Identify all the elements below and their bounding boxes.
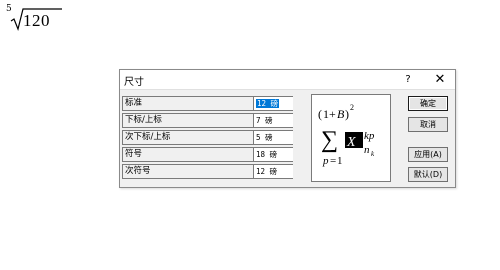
- size-row-standard: 标准 12 磅: [122, 96, 293, 111]
- size-label-standard: 标准: [125, 98, 143, 108]
- preview-p: p: [322, 155, 329, 167]
- preview-panel: ( 1 + B ) 2 ∑ X kp n k p = 1: [311, 94, 391, 182]
- apply-button[interactable]: 应用(A): [408, 147, 448, 162]
- preview-eq: =: [330, 155, 336, 167]
- size-label-sub-symbol: 次符号: [125, 166, 151, 176]
- size-dialog: 尺寸 ? ✕ 标准 12 磅 下标/上标 7 磅 次下标/上标 5 磅 符号 1…: [119, 69, 456, 188]
- preview-n: n: [364, 144, 370, 156]
- radicand: 120: [23, 11, 50, 30]
- cancel-button[interactable]: 取消: [408, 117, 448, 132]
- preview-sigma: ∑: [321, 127, 338, 153]
- dialog-title: 尺寸: [124, 77, 144, 88]
- preview-x-box: X: [346, 135, 356, 150]
- size-input-subscript[interactable]: 7 磅: [253, 114, 293, 127]
- size-row-symbol: 符号 18 磅: [122, 147, 293, 162]
- fifth-root-formula: 5 120: [4, 3, 64, 33]
- help-button[interactable]: ?: [400, 71, 416, 88]
- size-input-sub-symbol[interactable]: 12 磅: [253, 165, 293, 178]
- size-label-subscript: 下标/上标: [125, 115, 162, 125]
- preview-formula: ( 1 + B ) 2 ∑ X kp n k p = 1: [318, 103, 375, 167]
- size-input-sub-subscript[interactable]: 5 磅: [253, 131, 293, 144]
- preview-k: k: [371, 150, 375, 158]
- preview-b: B: [337, 107, 345, 121]
- default-button[interactable]: 默认(D): [408, 167, 448, 182]
- ok-button[interactable]: 确定: [408, 96, 448, 111]
- size-input-standard[interactable]: 12 磅: [253, 97, 293, 110]
- size-row-subscript: 下标/上标 7 磅: [122, 113, 293, 128]
- size-row-sub-subscript: 次下标/上标 5 磅: [122, 130, 293, 145]
- preview-kp: kp: [364, 130, 375, 142]
- size-label-sub-subscript: 次下标/上标: [125, 132, 171, 142]
- preview-lower-one: 1: [337, 155, 343, 167]
- dialog-titlebar[interactable]: 尺寸 ? ✕: [120, 70, 455, 90]
- size-input-symbol[interactable]: 18 磅: [253, 148, 293, 161]
- size-label-symbol: 符号: [125, 149, 143, 159]
- preview-open-paren: (: [318, 107, 322, 121]
- preview-plus: +: [329, 107, 336, 121]
- close-button[interactable]: ✕: [425, 70, 455, 89]
- size-row-sub-symbol: 次符号 12 磅: [122, 164, 293, 179]
- preview-close-paren: ): [345, 107, 349, 121]
- preview-squared: 2: [350, 103, 354, 112]
